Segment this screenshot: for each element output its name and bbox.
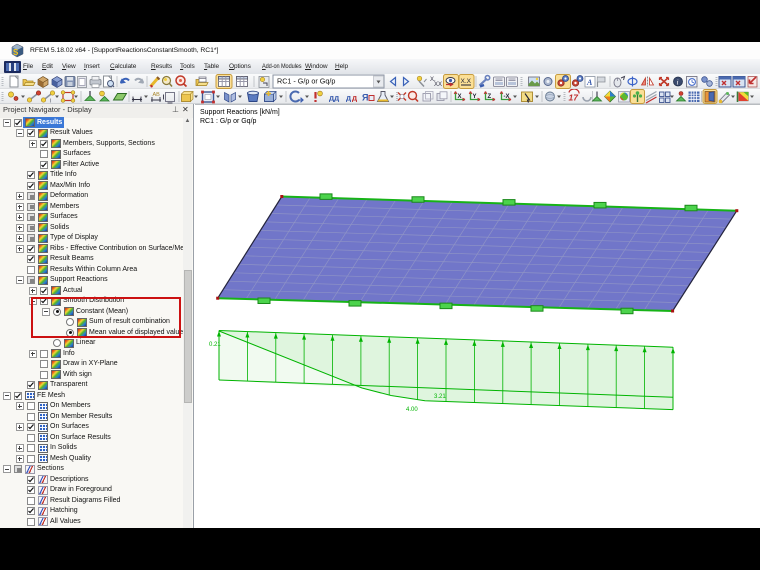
- svg-text:д: д: [346, 94, 351, 103]
- svg-text:X.X: X.X: [461, 78, 472, 85]
- svg-text:Z: Z: [488, 94, 492, 100]
- svg-text:3.21: 3.21: [434, 394, 446, 400]
- svg-text:дд: дд: [329, 94, 339, 103]
- svg-text:S: S: [13, 48, 19, 57]
- svg-text:4.00: 4.00: [406, 407, 418, 413]
- svg-text:0.21: 0.21: [209, 342, 221, 348]
- svg-text:A: A: [586, 78, 593, 87]
- svg-text:AB: AB: [153, 92, 161, 98]
- svg-text:Я: Я: [362, 93, 368, 103]
- svg-text:i: i: [677, 78, 679, 87]
- svg-text:17: 17: [569, 93, 580, 103]
- svg-text:RC1 - G/p or Gq/p: RC1 - G/p or Gq/p: [277, 77, 335, 86]
- svg-text:Y: Y: [473, 94, 477, 100]
- svg-text:XX: XX: [434, 82, 442, 88]
- svg-text:д: д: [352, 94, 357, 103]
- svg-text:-X: -X: [504, 94, 510, 100]
- svg-text:X: X: [458, 94, 462, 100]
